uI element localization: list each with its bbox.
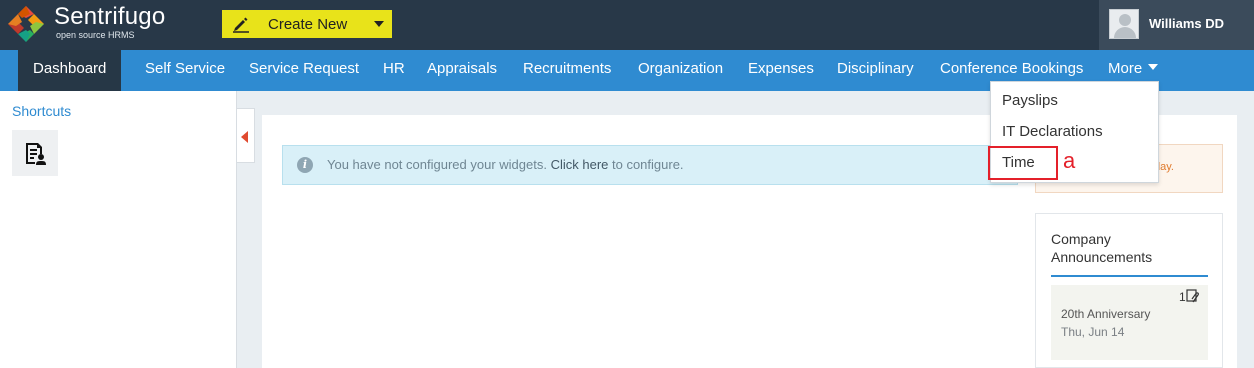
brand: Sentrifugo open source HRMS [54,3,166,41]
nav-item-expenses[interactable]: Expenses [748,50,814,91]
nav-item-self-service[interactable]: Self Service [145,50,225,91]
nav-item-appraisals[interactable]: Appraisals [427,50,497,91]
announcement-name: 20th Anniversary [1061,307,1151,321]
nav-item-dashboard[interactable]: Dashboard [18,50,122,91]
nav-item-more-label: More [1108,60,1143,77]
create-new-button[interactable]: Create New [222,10,392,38]
company-announcements-card: Company Announcements 1 20th Anniversary… [1035,213,1223,368]
attachment-count: 1 [1179,290,1186,304]
widgets-info-box: i You have not configured your widgets. … [282,145,1018,185]
menu-item-it-declarations[interactable]: IT Declarations [1002,123,1103,140]
brand-tagline: open source HRMS [56,30,135,40]
chevron-left-icon [241,131,248,143]
nav-item-organization[interactable]: Organization [638,50,723,91]
menu-item-payslips[interactable]: Payslips [1002,92,1058,109]
info-icon: i [297,157,313,173]
info-text-before: You have not configured your widgets. [327,157,547,172]
configure-link[interactable]: Click here [551,157,609,172]
avatar [1109,9,1139,39]
employee-document-icon [26,143,46,165]
chevron-down-icon [374,21,384,27]
nav-item-recruitments[interactable]: Recruitments [523,50,611,91]
chevron-down-icon [1148,64,1159,71]
highlight-box [988,146,1058,180]
divider [1051,275,1208,277]
brand-name: Sentrifugo [54,3,166,30]
nav-item-service-request[interactable]: Service Request [249,50,359,91]
announcement-date: Thu, Jun 14 [1061,325,1125,339]
nav-item-disciplinary[interactable]: Disciplinary [837,50,914,91]
user-name: Williams DD [1149,16,1225,31]
user-menu[interactable]: Williams DD [1099,0,1254,50]
create-new-label: Create New [268,16,348,33]
sentrifugo-logo-icon[interactable] [6,4,46,44]
pen-icon [233,17,249,33]
announcements-title: Company Announcements [1051,231,1153,265]
nav-item-hr[interactable]: HR [383,50,405,91]
top-bar: Sentrifugo open source HRMS Create New W… [0,0,1254,50]
announcement-item[interactable]: 1 20th Anniversary Thu, Jun 14 [1051,285,1208,360]
shortcut-employee-details[interactable] [12,130,58,176]
info-text-after: to configure. [612,157,684,172]
shortcuts-heading: Shortcuts [12,103,72,119]
annotation-label: a [1063,148,1076,173]
sidebar-collapse-toggle[interactable] [237,108,255,163]
attachment-icon[interactable] [1186,289,1200,303]
widgets-info-text: You have not configured your widgets. Cl… [327,157,684,172]
shortcuts-sidebar: Shortcuts [0,91,237,368]
